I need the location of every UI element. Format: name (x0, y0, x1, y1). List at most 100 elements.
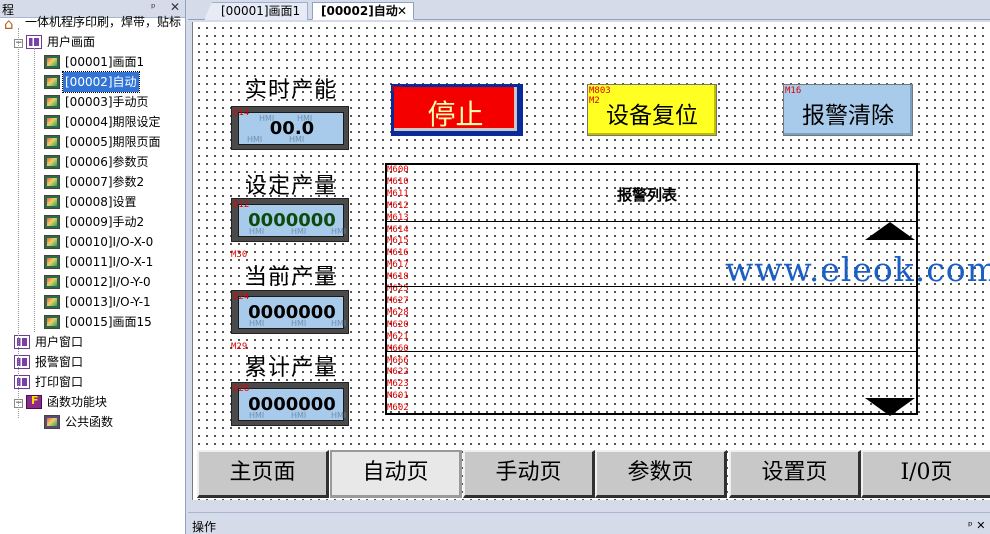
nav-auto-button[interactable]: 自动页 (330, 450, 462, 498)
tag-label: D28 (233, 384, 250, 394)
realtime-output-value: 00.0 (269, 118, 315, 139)
display-current-output[interactable]: HMI HMI HMI 0000000 D24 (231, 290, 349, 334)
panel-controls[interactable]: ᵖ ✕ (968, 519, 985, 532)
set-output-value: 0000000 (248, 210, 336, 231)
tree-item[interactable]: 报警窗口 (14, 352, 85, 372)
hmi-editor-window: 程 ᵖ ✕ ⌂ 一体机程序印刷，焊带，贴标 − 用户画面 [00001]画面1 [0000… (0, 0, 990, 534)
current-output-value: 0000000 (248, 302, 336, 323)
alarm-clear-button[interactable]: 报警清除 M16 (783, 84, 913, 136)
tree-item[interactable]: [00010]I/O-X-0 (44, 232, 155, 252)
screen-icon (44, 55, 60, 69)
scroll-up-icon[interactable] (865, 222, 915, 240)
alarm-tag: M612 (387, 200, 409, 211)
tree-item[interactable]: 打印窗口 (14, 372, 85, 392)
alarm-list-title: 报警列表 (617, 186, 678, 204)
folder-icon (14, 355, 30, 369)
stop-button[interactable]: 停止 M1 (391, 84, 523, 136)
tree-item-label: [00010]I/O-X-0 (65, 235, 154, 249)
alarm-tag: M615 (387, 236, 409, 247)
screen-icon (44, 95, 60, 109)
tag-label: D14 (233, 108, 250, 118)
tree-item-label: [00006]参数页 (65, 155, 149, 169)
folder-icon (14, 375, 30, 389)
alarm-tag: M611 (387, 188, 409, 199)
folder-icon (14, 335, 30, 349)
nav-manual-button[interactable]: 手动页 (463, 450, 595, 498)
tree-item-label: [00002]自动 (62, 71, 140, 93)
tree-item[interactable]: 公共函数 (44, 412, 115, 432)
tree-guide-line (34, 48, 35, 332)
alarm-tag: M666 (387, 355, 409, 366)
tree-item[interactable]: [00005]期限页面 (44, 132, 163, 152)
project-tree: ⌂ 一体机程序印刷，焊带，贴标 − 用户画面 [00001]画面1 [00002]自动 [0… (0, 15, 185, 534)
device-reset-button[interactable]: 设备复位 M803 M2 (587, 84, 717, 136)
alarm-tag: M601 (387, 391, 409, 402)
tag-label: M16 (785, 86, 802, 96)
tree-item[interactable]: [00011]I/O-X-1 (44, 252, 155, 272)
tree-item[interactable]: [00008]设置 (44, 192, 139, 212)
script-icon (44, 415, 60, 429)
nav-settings-button[interactable]: 设置页 (729, 450, 861, 498)
tree-item[interactable]: [00006]参数页 (44, 152, 151, 172)
tag-label: D24 (233, 292, 250, 302)
folder-icon (26, 35, 42, 49)
display-total-output[interactable]: HMI HMI HMI 0000000 D28 (231, 382, 349, 426)
display-set-output[interactable]: HMI HMI HMI 0000000 D12 (231, 198, 349, 242)
alarm-tag: M623 (387, 379, 409, 390)
screen-icon (44, 175, 60, 189)
tree-item[interactable]: [00002]自动 (44, 71, 140, 93)
label-realtime-output: 实时产能 (245, 78, 338, 103)
operation-panel-header: 操作 ᵖ ✕ (188, 512, 990, 534)
alarm-row-divider (387, 351, 916, 352)
document-tabs: [00001]画面1 [00002]自动 ✕ (188, 0, 990, 20)
scroll-down-icon[interactable] (865, 398, 915, 416)
nav-home-button[interactable]: 主页面 (197, 450, 329, 498)
tree-item-label: 用户窗口 (35, 335, 84, 349)
tree-item-label: 用户画面 (47, 35, 96, 49)
alarm-tag: M617 (387, 260, 409, 271)
label-total-output: 累计产量 (245, 356, 338, 381)
alarm-tag: M627 (387, 295, 409, 306)
tree-item[interactable]: [00015]画面15 (44, 312, 154, 332)
alarm-tag: M622 (387, 367, 409, 378)
tree-item-label: 函数功能块 (47, 395, 108, 409)
tree-item[interactable]: − 用户画面 (14, 32, 97, 52)
alarm-tag-list: M600 M610 M611 M612 M613 M614 M615 M616 M617 M618… (387, 165, 409, 415)
tree-item[interactable]: − F 函数功能块 (14, 392, 109, 412)
nav-io-button[interactable]: I/0页 (861, 450, 990, 498)
screen-nav-bar: 主页面 自动页 手动页 参数页 设置页 I/0页 (193, 446, 990, 500)
tree-item[interactable]: [00003]手动页 (44, 92, 151, 112)
alarm-row-divider (387, 221, 916, 222)
tree-item[interactable]: [00001]画面1 (44, 52, 146, 72)
tree-item[interactable]: [00012]I/O-Y-0 (44, 272, 153, 292)
screen-icon (44, 195, 60, 209)
tree-item[interactable]: ⌂ 一体机程序印刷，焊带，贴标 (4, 12, 183, 33)
screen-icon (44, 75, 60, 89)
tree-item[interactable]: [00013]I/O-Y-1 (44, 292, 153, 312)
tree-item[interactable]: 用户窗口 (14, 332, 85, 352)
tag-label: M803 (589, 86, 611, 96)
tree-item-label: [00003]手动页 (65, 95, 149, 109)
display-realtime-output[interactable]: HMI HMI HMI HMI 00.0 D14 (231, 106, 349, 150)
alarm-tag: M600 (387, 165, 409, 175)
alarm-list[interactable]: M600 M610 M611 M612 M613 M614 M615 M616 M617 M618… (385, 163, 918, 415)
nav-params-button[interactable]: 参数页 (595, 450, 727, 498)
tree-item[interactable]: [00009]手动2 (44, 212, 146, 232)
tree-item-label: 公共函数 (65, 415, 114, 429)
screen-icon (44, 135, 60, 149)
function-icon: F (26, 394, 42, 409)
tag-label: M29 (231, 342, 248, 352)
tag-label: M2 (589, 96, 600, 106)
tree-item-label: [00004]期限设定 (65, 115, 161, 129)
alarm-tag: M610 (387, 176, 409, 187)
tab-screen-2-auto[interactable]: [00002]自动 ✕ (312, 2, 414, 20)
design-canvas[interactable]: 实时产能 设定产量 当前产量 累计产量 HMI HMI HMI HMI 00.0 D14… (192, 22, 990, 500)
tree-item[interactable]: [00007]参数2 (44, 172, 146, 192)
tree-item[interactable]: [00004]期限设定 (44, 112, 163, 132)
tab-screen-1[interactable]: [00001]画面1 (204, 2, 308, 20)
tree-item-label: [00013]I/O-Y-1 (65, 295, 151, 309)
website-watermark: www.eleok.com (725, 250, 990, 289)
alarm-tag: M613 (387, 212, 409, 223)
tree-guide-line (18, 28, 19, 418)
close-icon[interactable]: ✕ (397, 3, 407, 20)
